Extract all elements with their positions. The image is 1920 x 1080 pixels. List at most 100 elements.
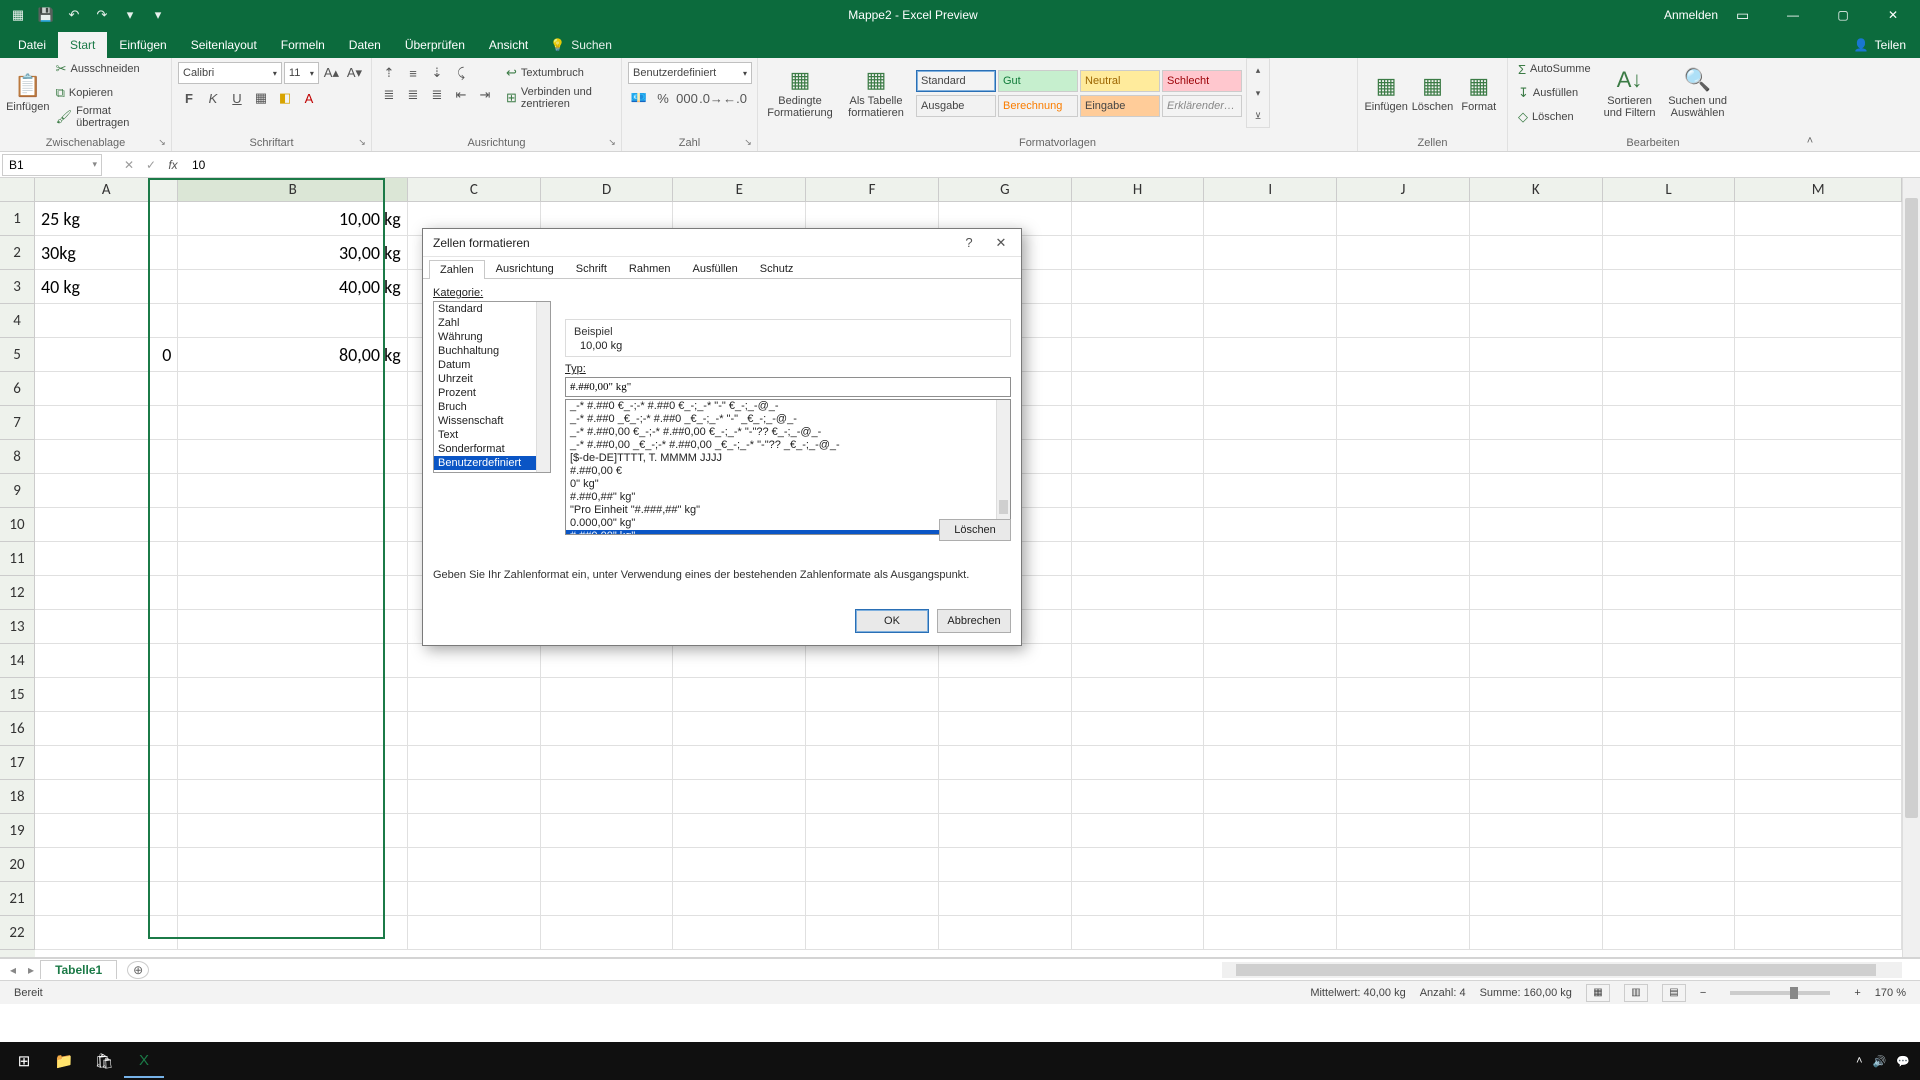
percent-button[interactable]: % <box>652 87 674 109</box>
cell[interactable]: 30kg <box>35 236 178 270</box>
cell[interactable] <box>806 678 939 712</box>
cell[interactable] <box>1204 304 1337 338</box>
category-item[interactable]: Prozent <box>434 386 550 400</box>
cell[interactable] <box>408 916 541 950</box>
row-header[interactable]: 9 <box>0 474 35 508</box>
cell[interactable] <box>541 916 674 950</box>
cell[interactable] <box>1072 814 1205 848</box>
cell[interactable] <box>1470 338 1603 372</box>
row-header[interactable]: 14 <box>0 644 35 678</box>
format-item[interactable]: 0" kg" <box>566 478 1010 491</box>
type-input[interactable] <box>565 377 1011 397</box>
cell[interactable] <box>178 406 407 440</box>
row-header[interactable]: 4 <box>0 304 35 338</box>
cond-format-button[interactable]: ▦Bedingte Formatierung <box>764 60 836 126</box>
cell[interactable] <box>939 780 1072 814</box>
format-item[interactable]: #.##0,00 € <box>566 465 1010 478</box>
cell[interactable] <box>541 746 674 780</box>
cell[interactable] <box>939 814 1072 848</box>
cell[interactable] <box>1072 202 1205 236</box>
cell[interactable]: 40,00 kg <box>178 270 407 304</box>
tab-seitenlayout[interactable]: Seitenlayout <box>179 32 269 58</box>
orientation-button[interactable]: ⤹ <box>450 62 472 84</box>
cell[interactable] <box>1337 780 1470 814</box>
cell[interactable] <box>35 440 178 474</box>
column-header[interactable]: L <box>1603 178 1736 202</box>
cell[interactable] <box>178 644 407 678</box>
cell[interactable] <box>35 644 178 678</box>
cell[interactable] <box>1735 576 1902 610</box>
column-header[interactable]: B <box>178 178 408 202</box>
cell[interactable] <box>1603 916 1736 950</box>
cell[interactable] <box>1470 202 1603 236</box>
row-header[interactable]: 12 <box>0 576 35 610</box>
style-berechnung[interactable]: Berechnung <box>998 95 1078 117</box>
italic-button[interactable]: K <box>202 87 224 109</box>
cell[interactable] <box>1735 610 1902 644</box>
cell[interactable] <box>1603 508 1736 542</box>
cell[interactable] <box>1470 916 1603 950</box>
dialog-tab[interactable]: Schutz <box>749 259 805 278</box>
start-button[interactable]: ⊞ <box>4 1044 44 1078</box>
row-header[interactable]: 17 <box>0 746 35 780</box>
tab-datei[interactable]: Datei <box>6 32 58 58</box>
ribbon-options-icon[interactable]: ▭ <box>1736 7 1766 24</box>
cell[interactable] <box>408 644 541 678</box>
category-item[interactable]: Sonderformat <box>434 442 550 456</box>
tray-volume-icon[interactable]: 🔊 <box>1873 1055 1887 1068</box>
number-format-combo[interactable]: Benutzerdefiniert▾ <box>628 62 752 84</box>
select-all-triangle[interactable] <box>0 178 35 202</box>
cell[interactable] <box>35 372 178 406</box>
cell[interactable] <box>1072 746 1205 780</box>
cell[interactable] <box>1603 270 1736 304</box>
category-item[interactable]: Uhrzeit <box>434 372 550 386</box>
cell[interactable] <box>1735 848 1902 882</box>
format-item[interactable]: _-* #.##0,00 _€_-;-* #.##0,00 _€_-;_-* "… <box>566 439 1010 452</box>
redo-icon[interactable]: ↷ <box>92 5 112 25</box>
category-item[interactable]: Buchhaltung <box>434 344 550 358</box>
cell[interactable] <box>1204 712 1337 746</box>
cell[interactable] <box>1204 882 1337 916</box>
autosum-button[interactable]: ΣAutoSumme <box>1514 58 1595 80</box>
align-center-button[interactable]: ≣ <box>402 84 424 106</box>
cell[interactable] <box>35 474 178 508</box>
dialog-help-button[interactable]: ? <box>953 230 985 256</box>
cell[interactable] <box>673 882 806 916</box>
cell[interactable] <box>1735 236 1902 270</box>
cell[interactable] <box>1072 236 1205 270</box>
cell[interactable] <box>1337 236 1470 270</box>
cell[interactable] <box>1204 236 1337 270</box>
cell[interactable] <box>35 304 178 338</box>
cell[interactable] <box>1337 678 1470 712</box>
tab-formeln[interactable]: Formeln <box>269 32 337 58</box>
cell[interactable] <box>1204 610 1337 644</box>
row-header[interactable]: 21 <box>0 882 35 916</box>
cell[interactable] <box>1204 338 1337 372</box>
cell[interactable] <box>1470 780 1603 814</box>
cell[interactable] <box>1337 202 1470 236</box>
cell[interactable] <box>1204 474 1337 508</box>
cell[interactable] <box>1337 610 1470 644</box>
cell[interactable] <box>1735 542 1902 576</box>
dialog-tab[interactable]: Rahmen <box>618 259 682 278</box>
cell[interactable] <box>1470 848 1603 882</box>
cell[interactable] <box>541 780 674 814</box>
cell[interactable] <box>1204 270 1337 304</box>
close-button[interactable]: ✕ <box>1870 0 1916 30</box>
cell[interactable] <box>1470 270 1603 304</box>
cell[interactable] <box>673 712 806 746</box>
row-header[interactable]: 13 <box>0 610 35 644</box>
format-item[interactable]: "Pro Einheit "#.###,##" kg" <box>566 504 1010 517</box>
dialog-launcher-icon[interactable]: ↘ <box>355 135 369 149</box>
dec-decimal-button[interactable]: ←.0 <box>724 87 746 109</box>
font-size-combo[interactable]: 11▾ <box>284 62 319 84</box>
dialog-launcher-icon[interactable]: ↘ <box>741 135 755 149</box>
cell[interactable] <box>806 916 939 950</box>
cell[interactable] <box>1603 814 1736 848</box>
cell[interactable] <box>1072 644 1205 678</box>
ok-button[interactable]: OK <box>855 609 929 633</box>
tab-start[interactable]: Start <box>58 32 107 58</box>
column-header[interactable]: H <box>1072 178 1205 202</box>
tab-ueberpruefen[interactable]: Überprüfen <box>393 32 477 58</box>
cell[interactable] <box>1470 814 1603 848</box>
